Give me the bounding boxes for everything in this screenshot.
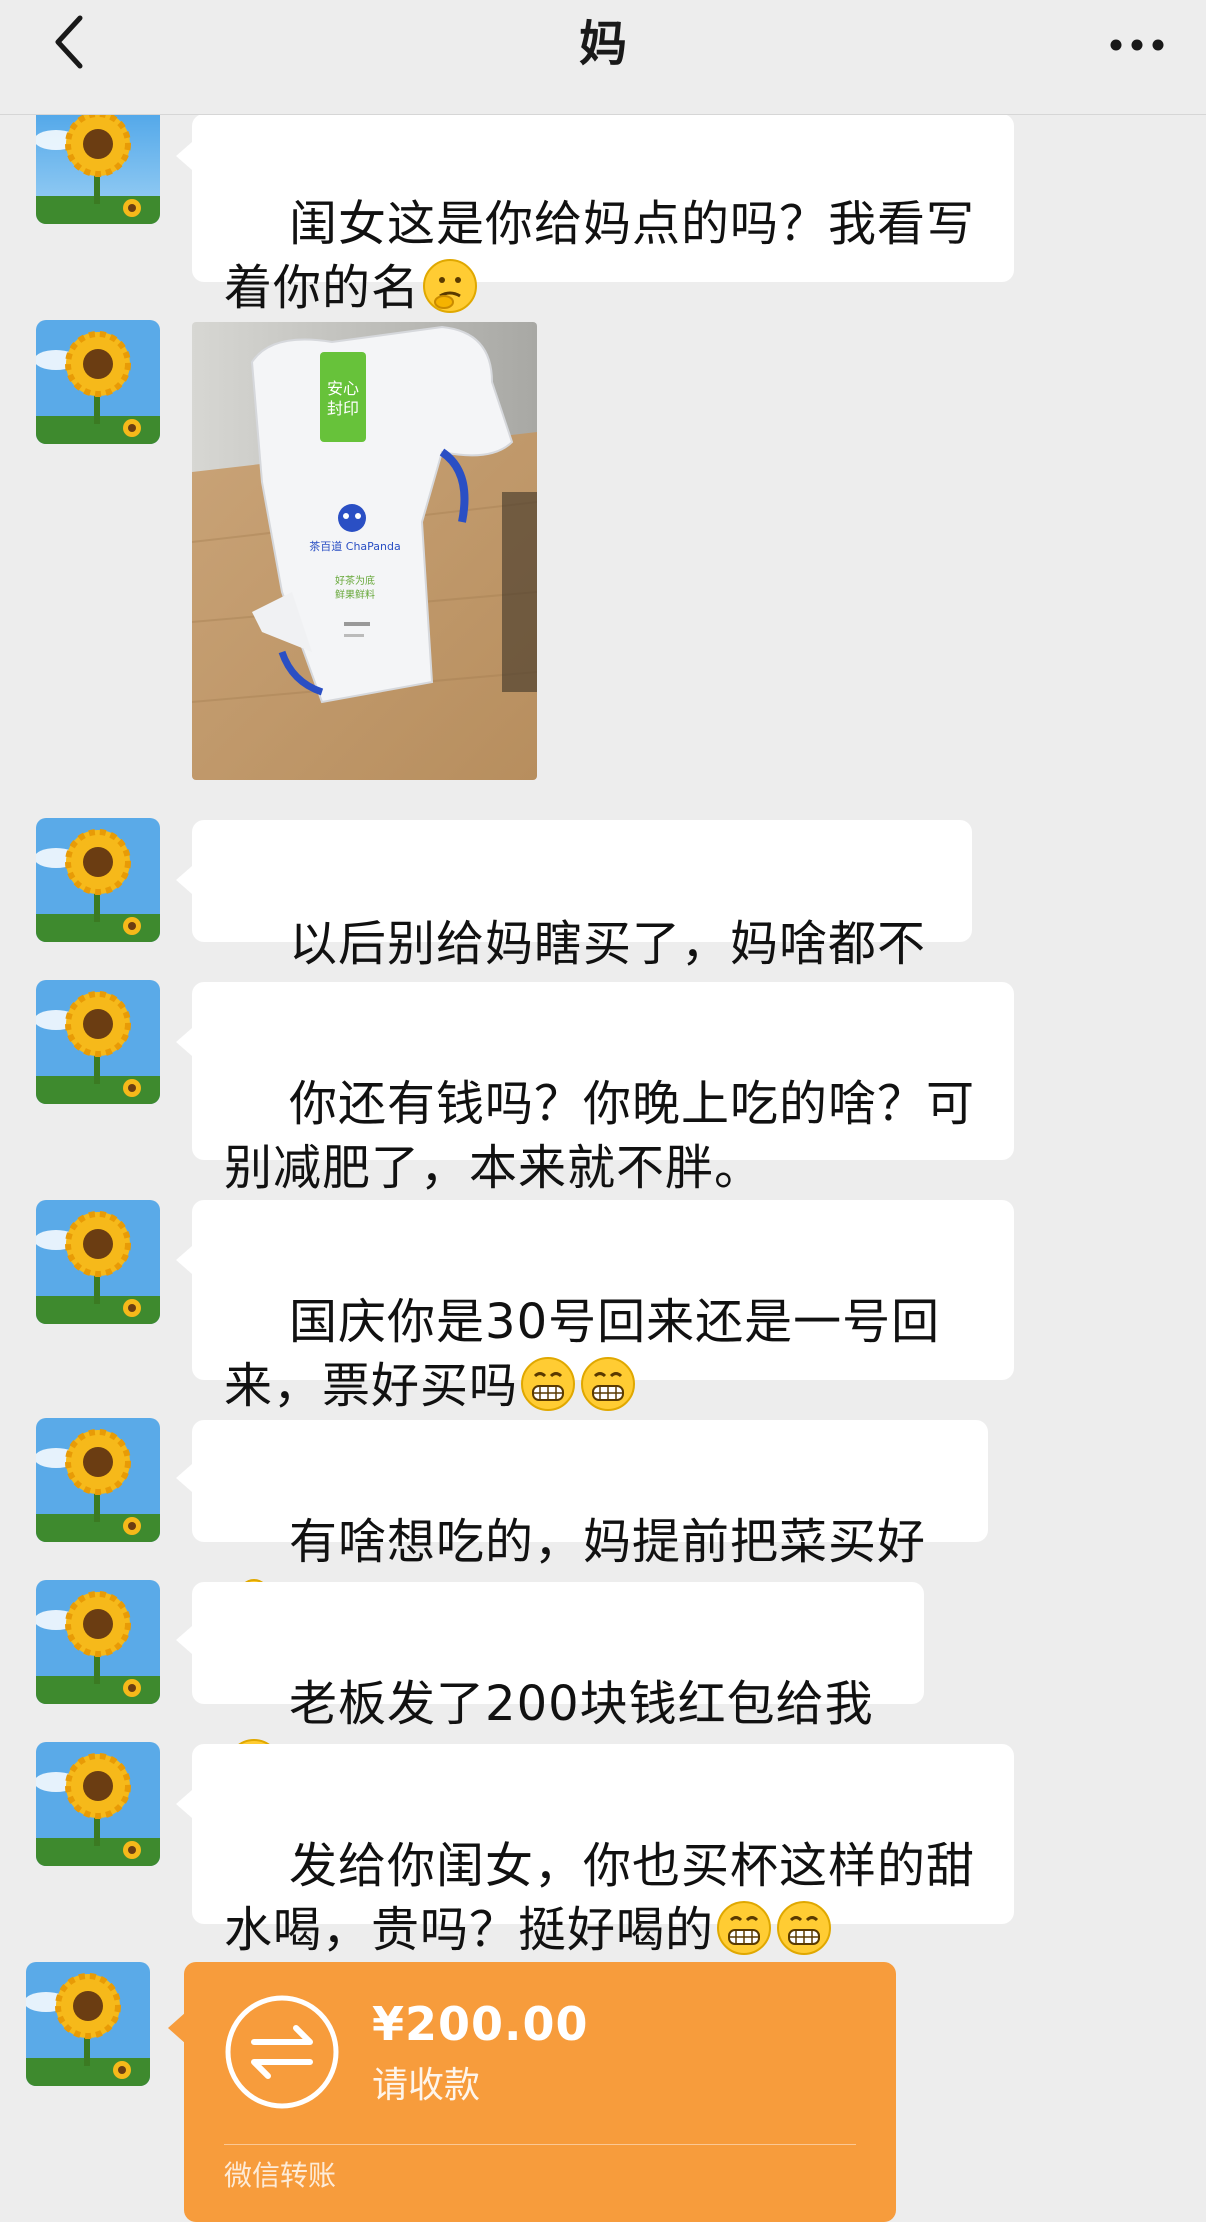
transfer-card[interactable]: ¥200.00 请收款 微信转账 [184, 1962, 896, 2222]
chat-title: 妈 [578, 16, 627, 72]
avatar[interactable] [26, 1962, 150, 2086]
message-bubble[interactable]: 老板发了200块钱红包给我 [192, 1582, 924, 1793]
grin-emoji-icon [520, 1356, 576, 1412]
svg-text:鲜果鲜料: 鲜果鲜料 [335, 588, 375, 601]
avatar[interactable] [36, 980, 160, 1104]
grin-emoji-icon [580, 1356, 636, 1412]
transfer-arrows-icon [224, 1994, 340, 2110]
message-text: 有啥想吃的，妈提前把菜买好 [289, 1514, 927, 1570]
message-text: 闺女这是你给妈点的吗？我看写着你的名 [224, 196, 976, 316]
avatar[interactable] [36, 1200, 160, 1324]
nav-header: 妈 [0, 0, 1206, 115]
bubble-tail [176, 1464, 192, 1492]
photo-message[interactable]: 安心 封印 茶百道 ChaPanda 好茶为底 鲜果鲜料 [192, 322, 537, 780]
transfer-amount: ¥200.00 [372, 1997, 589, 2051]
chat-area[interactable]: 闺女这是你给妈点的吗？我看写着你的名 安心 封印 茶百道 ChaPanda 好茶… [0, 0, 1206, 2222]
message-bubble[interactable]: 有啥想吃的，妈提前把菜买好 [192, 1420, 988, 1630]
message-bubble[interactable]: 闺女这是你给妈点的吗？我看写着你的名 [192, 114, 1014, 316]
transfer-status: 请收款 [372, 2065, 481, 2106]
avatar[interactable] [36, 1742, 160, 1866]
thinking-face-emoji-icon [422, 258, 478, 314]
svg-text:茶百道 ChaPanda: 茶百道 ChaPanda [309, 539, 400, 553]
message-bubble[interactable]: 国庆你是30号回来还是一号回来，票好买吗 [192, 1200, 1014, 1414]
divider [224, 2144, 856, 2145]
avatar[interactable] [36, 100, 160, 224]
message-bubble[interactable]: 发给你闺女，你也买杯这样的甜水喝，贵吗？挺好喝的 [192, 1744, 1014, 1958]
bubble-tail [176, 1028, 192, 1056]
more-button[interactable] [1102, 18, 1172, 74]
message-text: 发给你闺女，你也买杯这样的甜水喝，贵吗？挺好喝的 [224, 1838, 976, 1958]
bubble-tail [176, 1790, 192, 1818]
more-dots-icon [1109, 37, 1165, 56]
grin-emoji-icon [716, 1900, 772, 1956]
bubble-tail [176, 1626, 192, 1654]
message-bubble[interactable]: 你还有钱吗？你晚上吃的啥？可别减肥了，本来就不胖。 [192, 982, 1014, 1196]
grin-emoji-icon [776, 1900, 832, 1956]
svg-text:安心: 安心 [327, 379, 359, 398]
avatar[interactable] [36, 320, 160, 444]
avatar[interactable] [36, 1580, 160, 1704]
message-text: 你还有钱吗？你晚上吃的啥？可别减肥了，本来就不胖。 [224, 1076, 976, 1196]
message-bubble[interactable]: 以后别给妈瞎买了，妈啥都不缺 [192, 820, 972, 1036]
message-text: 老板发了200块钱红包给我 [289, 1676, 874, 1732]
avatar[interactable] [36, 818, 160, 942]
avatar[interactable] [36, 1418, 160, 1542]
bubble-tail [176, 1246, 192, 1274]
transfer-footer: 微信转账 [224, 2159, 337, 2192]
bubble-tail [176, 142, 192, 170]
svg-text:封印: 封印 [327, 399, 359, 418]
svg-text:好茶为底: 好茶为底 [335, 574, 375, 587]
bubble-tail [176, 866, 192, 894]
